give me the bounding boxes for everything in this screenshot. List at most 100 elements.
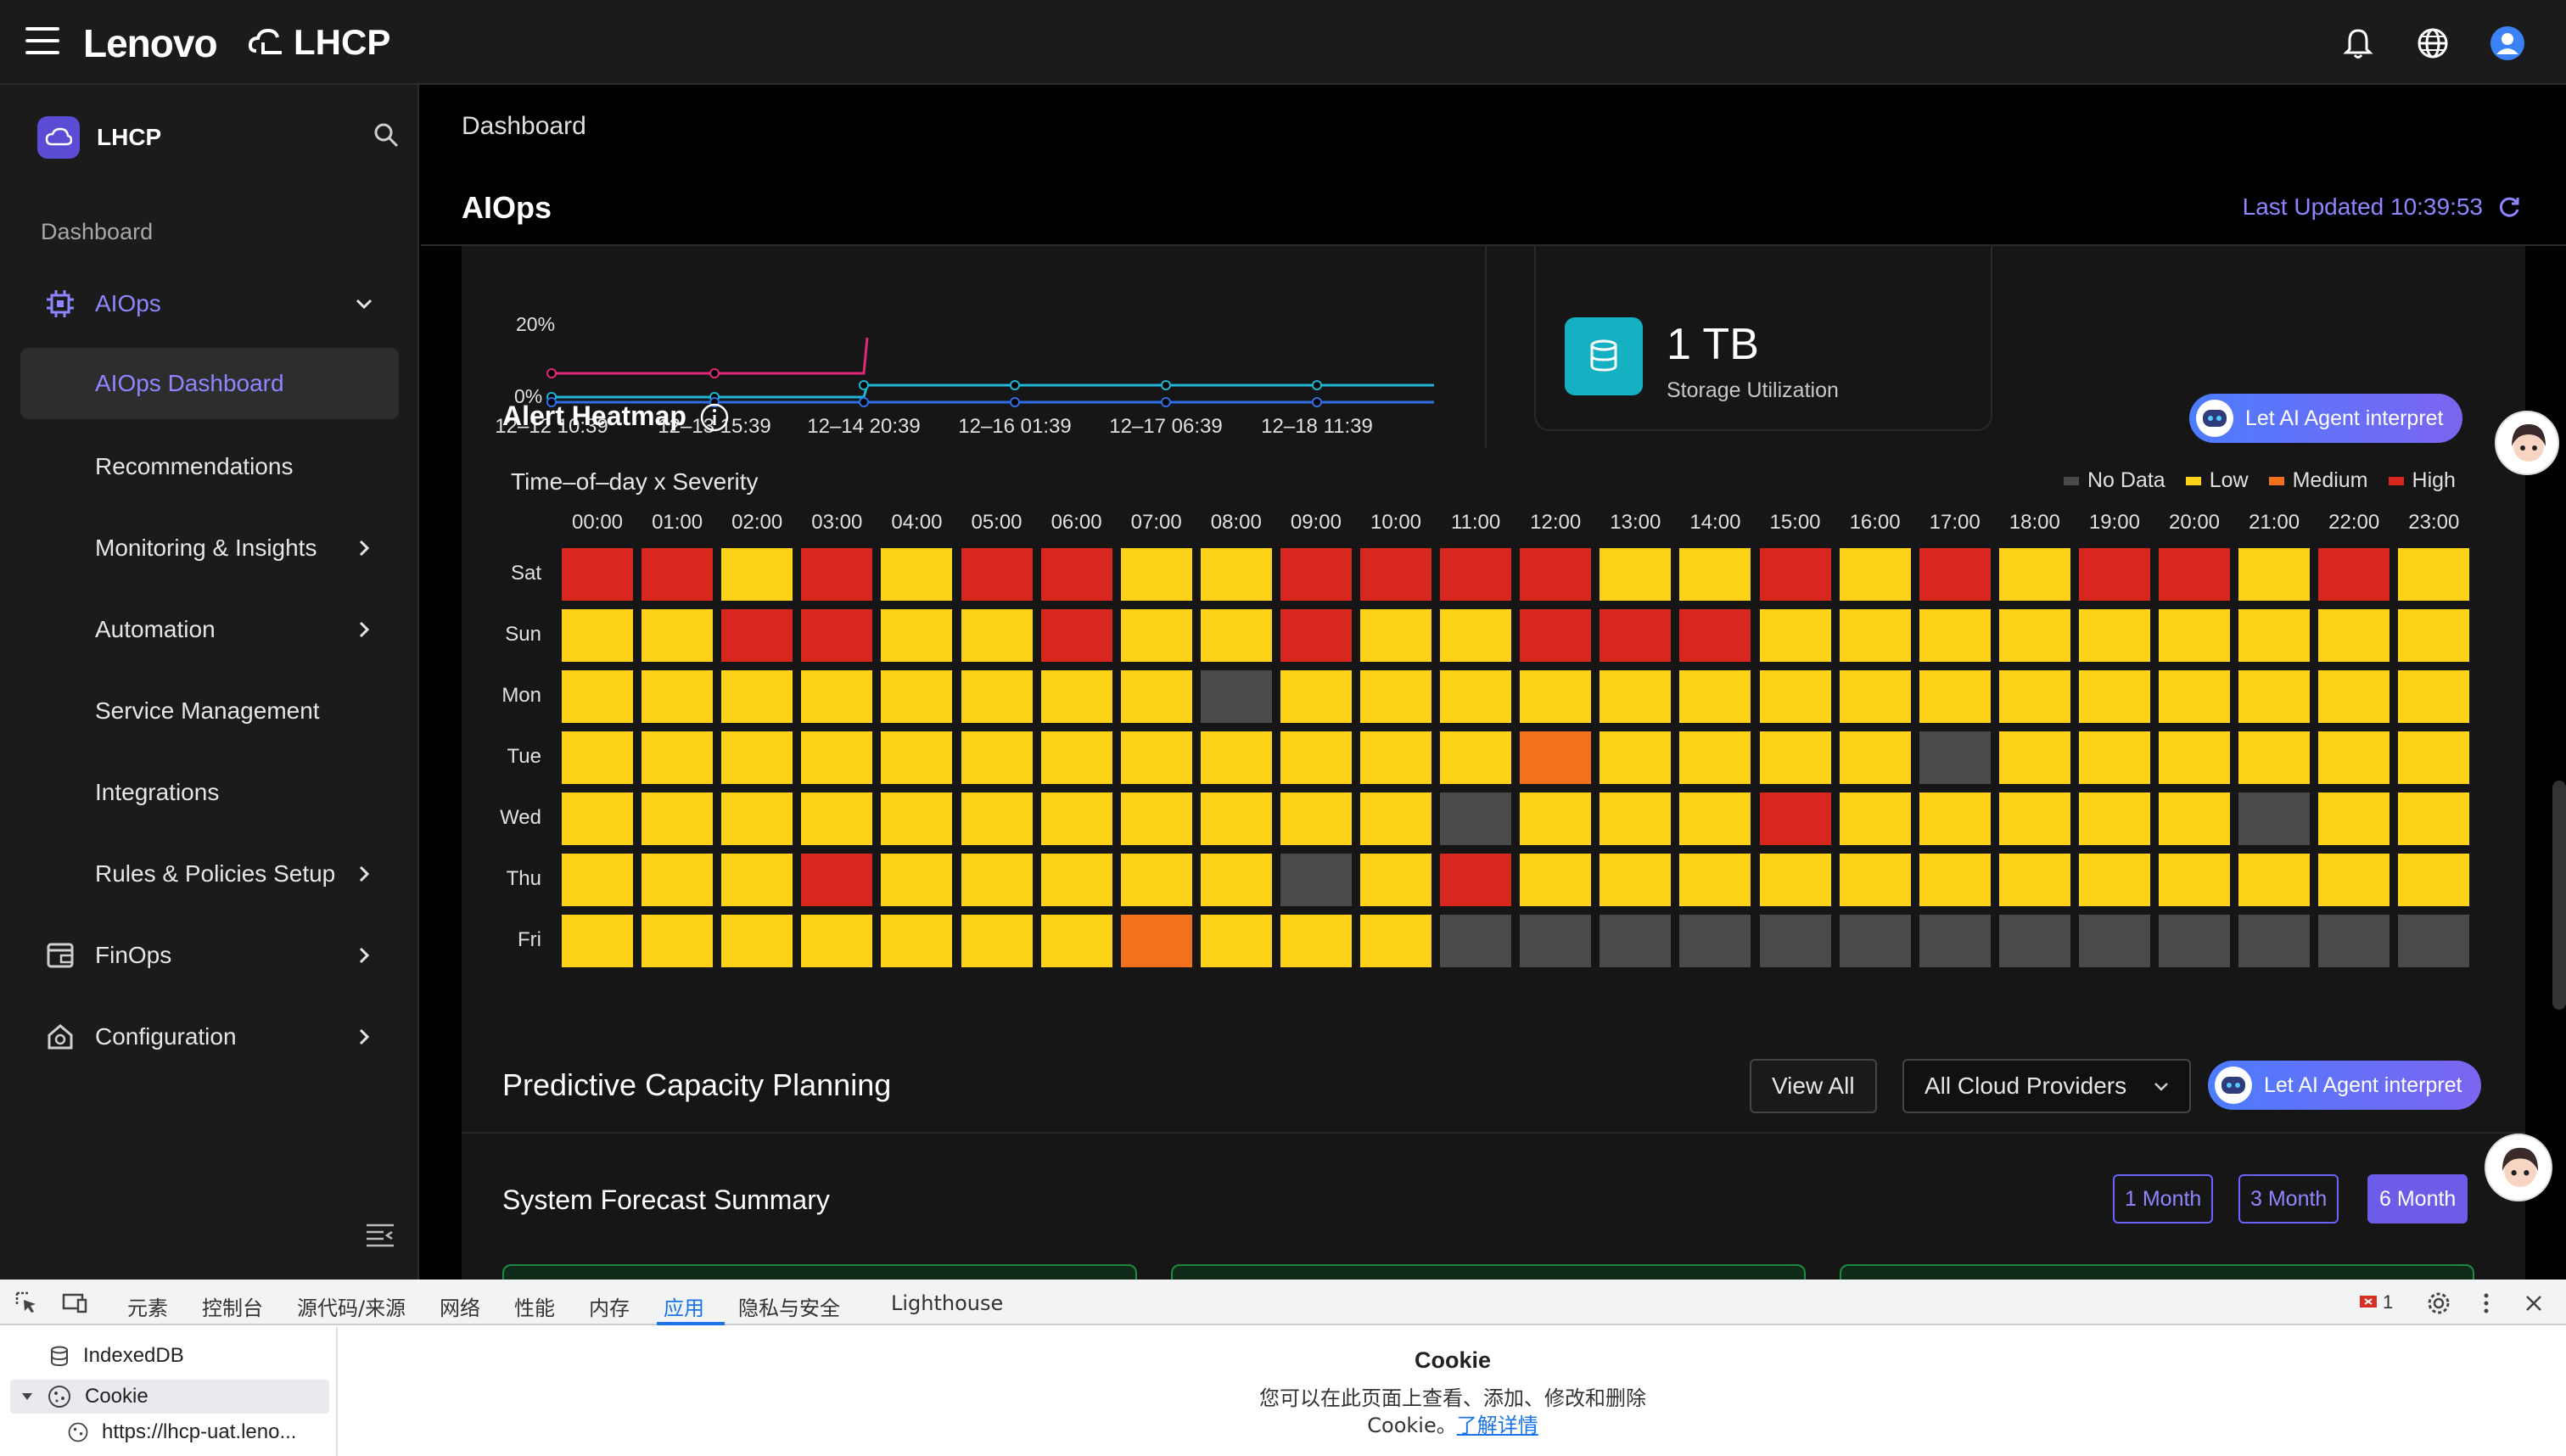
heatmap-cell[interactable] xyxy=(1120,915,1192,967)
heatmap-cell[interactable] xyxy=(1440,731,1512,784)
heatmap-cell[interactable] xyxy=(801,670,873,723)
heatmap-cell[interactable] xyxy=(2078,609,2150,662)
heatmap-cell[interactable] xyxy=(801,915,873,967)
heatmap-cell[interactable] xyxy=(1839,609,1911,662)
heatmap-cell[interactable] xyxy=(562,731,633,784)
heatmap-cell[interactable] xyxy=(2398,609,2470,662)
heatmap-cell[interactable] xyxy=(2398,548,2470,601)
heatmap-cell[interactable] xyxy=(1520,548,1592,601)
sidebar-item-aiops-dashboard[interactable]: AIOps Dashboard xyxy=(20,348,399,419)
heatmap-cell[interactable] xyxy=(1759,915,1831,967)
heatmap-cell[interactable] xyxy=(2398,915,2470,967)
heatmap-cell[interactable] xyxy=(642,731,714,784)
heatmap-cell[interactable] xyxy=(1600,731,1672,784)
heatmap-cell[interactable] xyxy=(1600,915,1672,967)
view-all-button[interactable]: View All xyxy=(1750,1059,1877,1113)
sidebar-item-rules-policies[interactable]: Rules & Policies Setup xyxy=(0,838,419,910)
menu-icon[interactable] xyxy=(25,27,59,56)
heatmap-cell[interactable] xyxy=(721,915,793,967)
user-avatar-icon[interactable] xyxy=(2488,24,2527,63)
heatmap-cell[interactable] xyxy=(1360,731,1431,784)
heatmap-cell[interactable] xyxy=(562,548,633,601)
heatmap-cell[interactable] xyxy=(1839,792,1911,845)
heatmap-cell[interactable] xyxy=(1998,915,2070,967)
heatmap-cell[interactable] xyxy=(2159,548,2230,601)
heatmap-cell[interactable] xyxy=(562,670,633,723)
heatmap-cell[interactable] xyxy=(1360,609,1431,662)
heatmap-cell[interactable] xyxy=(1839,731,1911,784)
heatmap-cell[interactable] xyxy=(562,915,633,967)
heatmap-cell[interactable] xyxy=(1759,854,1831,906)
heatmap-cell[interactable] xyxy=(1120,548,1192,601)
heatmap-cell[interactable] xyxy=(801,731,873,784)
heatmap-cell[interactable] xyxy=(1520,792,1592,845)
heatmap-cell[interactable] xyxy=(721,548,793,601)
heatmap-cell[interactable] xyxy=(1919,731,1991,784)
learn-more-link[interactable]: 了解详情 xyxy=(1457,1414,1538,1437)
heatmap-cell[interactable] xyxy=(1280,670,1352,723)
heatmap-cell[interactable] xyxy=(642,915,714,967)
inspect-element-icon[interactable] xyxy=(14,1290,41,1317)
heatmap-cell[interactable] xyxy=(1520,854,1592,906)
devtools-tab[interactable]: 内存 xyxy=(589,1291,630,1321)
heatmap-cell[interactable] xyxy=(1040,915,1112,967)
heatmap-cell[interactable] xyxy=(1759,792,1831,845)
heatmap-cell[interactable] xyxy=(2238,548,2311,601)
heatmap-cell[interactable] xyxy=(2398,670,2470,723)
bell-icon[interactable] xyxy=(2339,24,2378,63)
search-icon[interactable] xyxy=(372,120,401,149)
heatmap-cell[interactable] xyxy=(1600,670,1672,723)
heatmap-cell[interactable] xyxy=(961,670,1033,723)
heatmap-cell[interactable] xyxy=(1440,548,1512,601)
heatmap-cell[interactable] xyxy=(1600,854,1672,906)
settings-gear-icon[interactable] xyxy=(2425,1290,2452,1317)
heatmap-cell[interactable] xyxy=(721,792,793,845)
heatmap-cell[interactable] xyxy=(1600,609,1672,662)
sidebar-item-aiops[interactable]: AIOps xyxy=(0,268,419,339)
heatmap-cell[interactable] xyxy=(1280,915,1352,967)
heatmap-cell[interactable] xyxy=(1040,731,1112,784)
error-indicator[interactable]: 1 xyxy=(2359,1291,2393,1313)
heatmap-cell[interactable] xyxy=(1280,731,1352,784)
heatmap-cell[interactable] xyxy=(2238,670,2311,723)
heatmap-cell[interactable] xyxy=(1998,792,2070,845)
sidebar-item-service-management[interactable]: Service Management xyxy=(0,675,419,747)
heatmap-cell[interactable] xyxy=(1679,854,1751,906)
heatmap-cell[interactable] xyxy=(1120,609,1192,662)
tree-item-indexeddb[interactable]: IndexedDB xyxy=(48,1344,184,1368)
heatmap-cell[interactable] xyxy=(1360,548,1431,601)
heatmap-cell[interactable] xyxy=(1120,731,1192,784)
heatmap-cell[interactable] xyxy=(1280,792,1352,845)
heatmap-cell[interactable] xyxy=(881,731,953,784)
tree-item-cookie[interactable]: Cookie xyxy=(10,1380,329,1414)
heatmap-cell[interactable] xyxy=(801,548,873,601)
heatmap-cell[interactable] xyxy=(1679,731,1751,784)
heatmap-cell[interactable] xyxy=(881,670,953,723)
tree-item-cookie-origin[interactable]: https://lhcp-uat.leno... xyxy=(66,1420,296,1444)
cloud-provider-select[interactable]: All Cloud Providers xyxy=(1902,1059,2191,1113)
heatmap-cell[interactable] xyxy=(1998,854,2070,906)
heatmap-cell[interactable] xyxy=(961,792,1033,845)
device-toggle-icon[interactable] xyxy=(61,1290,88,1317)
heatmap-cell[interactable] xyxy=(2318,854,2390,906)
heatmap-cell[interactable] xyxy=(1600,792,1672,845)
heatmap-cell[interactable] xyxy=(1280,548,1352,601)
devtools-tab[interactable]: 隐私与安全 xyxy=(738,1291,840,1321)
heatmap-cell[interactable] xyxy=(1679,915,1751,967)
heatmap-cell[interactable] xyxy=(721,670,793,723)
devtools-tab[interactable]: 源代码/来源 xyxy=(297,1291,406,1321)
heatmap-cell[interactable] xyxy=(2238,792,2311,845)
heatmap-cell[interactable] xyxy=(1759,670,1831,723)
heatmap-cell[interactable] xyxy=(562,609,633,662)
heatmap-cell[interactable] xyxy=(1919,609,1991,662)
let-ai-interpret-heatmap-button[interactable]: Let AI Agent interpret xyxy=(2189,394,2462,443)
heatmap-cell[interactable] xyxy=(642,854,714,906)
heatmap-cell[interactable] xyxy=(1839,915,1911,967)
heatmap-cell[interactable] xyxy=(2318,792,2390,845)
heatmap-cell[interactable] xyxy=(2318,548,2390,601)
heatmap-cell[interactable] xyxy=(1998,548,2070,601)
heatmap-cell[interactable] xyxy=(642,670,714,723)
heatmap-cell[interactable] xyxy=(1919,915,1991,967)
heatmap-cell[interactable] xyxy=(2398,731,2470,784)
refresh-icon[interactable] xyxy=(2496,194,2522,220)
